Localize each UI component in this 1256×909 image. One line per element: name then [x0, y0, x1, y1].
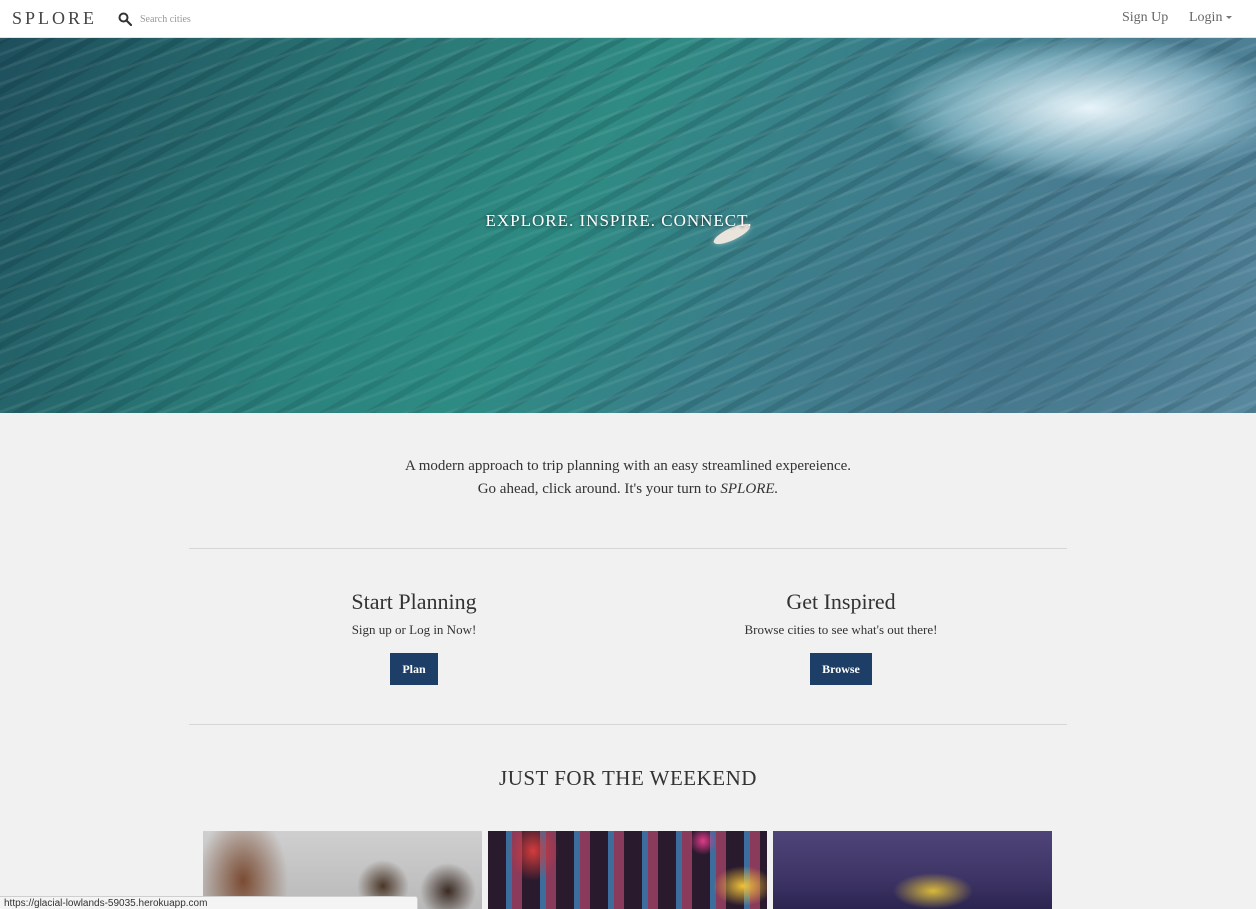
- hero-tagline: EXPLORE. INSPIRE. CONNECT.: [485, 211, 753, 230]
- start-planning-title: Start Planning: [351, 589, 477, 614]
- search-icon[interactable]: [118, 12, 132, 26]
- intro-line-2-text: Go ahead, click around. It's your turn t…: [477, 481, 721, 497]
- start-planning-subtitle: Sign up or Log in Now!: [351, 622, 477, 637]
- divider: [189, 724, 1067, 725]
- status-bar-url: https://glacial-lowlands-59035.herokuapp…: [0, 896, 418, 909]
- login-dropdown[interactable]: Login: [1189, 10, 1233, 26]
- get-inspired-section: Get Inspired Browse cities to see what's…: [691, 588, 991, 685]
- intro-line-1: A modern approach to trip planning with …: [404, 458, 852, 474]
- get-inspired-subtitle: Browse cities to see what's out there!: [744, 622, 938, 637]
- caret-down-icon: [1226, 16, 1233, 20]
- intro-line-2: Go ahead, click around. It's your turn t…: [0, 478, 1256, 501]
- start-planning-section: Start Planning Sign up or Log in Now! Pl…: [264, 588, 564, 685]
- city-card[interactable]: [488, 831, 767, 909]
- login-label: Login: [1189, 10, 1223, 25]
- city-card[interactable]: [773, 831, 1052, 909]
- intro-text: A modern approach to trip planning with …: [0, 455, 1256, 501]
- browse-button[interactable]: Browse: [810, 653, 872, 685]
- hero-banner: EXPLORE. INSPIRE. CONNECT.: [0, 38, 1256, 413]
- top-navbar: SPLORE Sign Up Login: [0, 0, 1256, 38]
- brand-logo[interactable]: SPLORE: [12, 8, 97, 29]
- divider: [189, 548, 1067, 549]
- search-input[interactable]: [140, 9, 400, 29]
- intro-brand: SPLORE.: [720, 481, 779, 497]
- signup-link[interactable]: Sign Up: [1122, 10, 1168, 26]
- get-inspired-title: Get Inspired: [786, 589, 896, 614]
- weekend-section-title: JUST FOR THE WEEKEND: [499, 766, 757, 790]
- plan-button[interactable]: Plan: [390, 653, 438, 685]
